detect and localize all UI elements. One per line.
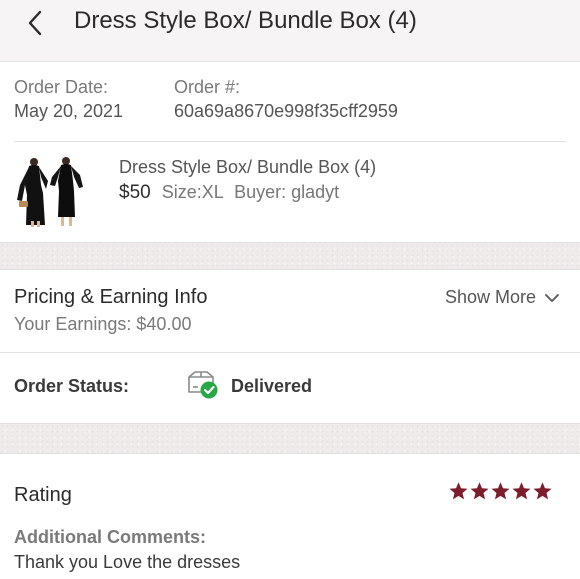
order-number-value: 60a69a8670e998f35cff2959: [174, 101, 398, 121]
star-icon: [512, 482, 531, 500]
back-button[interactable]: [20, 8, 50, 38]
item-thumbnail[interactable]: [14, 155, 86, 227]
pricing-section: Pricing & Earning Info Your Earnings: $4…: [0, 270, 580, 353]
chevron-left-icon: [28, 10, 42, 36]
chevron-down-icon: [544, 293, 560, 303]
order-status-value: Delivered: [231, 376, 313, 396]
star-icon: [449, 482, 468, 500]
pricing-title: Pricing & Earning Info: [14, 286, 208, 308]
divider: [14, 141, 566, 142]
rating-section: Rating Additional Comments: Thank you Lo…: [0, 454, 580, 579]
section-separator: [0, 423, 580, 454]
star-icon: [470, 482, 489, 500]
rating-stars: [448, 481, 553, 501]
show-more-label: Show More: [444, 287, 536, 307]
section-separator: [0, 242, 580, 270]
item-buyer[interactable]: Buyer: gladyt: [234, 182, 339, 202]
top-bar: Dress Style Box/ Bundle Box (4): [0, 0, 580, 62]
order-number-label: Order #:: [174, 77, 241, 97]
order-status-label: Order Status:: [14, 376, 130, 396]
page-title: Dress Style Box/ Bundle Box (4): [74, 7, 417, 34]
rating-title: Rating: [14, 484, 72, 506]
item-size: Size:XL: [161, 182, 224, 202]
comment-text: Thank you Love the dresses: [14, 552, 241, 572]
item-details: $50 Size:XL Buyer: gladyt: [119, 182, 339, 204]
item-title[interactable]: Dress Style Box/ Bundle Box (4): [119, 157, 376, 178]
star-icon: [491, 482, 510, 500]
comments-label: Additional Comments:: [14, 527, 206, 547]
order-date-value: May 20, 2021: [14, 101, 124, 121]
order-date-label: Order Date:: [14, 77, 109, 97]
star-icon: [533, 482, 552, 500]
order-summary: Order Date: May 20, 2021 Order #: 60a69a…: [0, 62, 580, 242]
earnings-text: Your Earnings: $40.00: [14, 314, 192, 334]
delivered-box-icon: [186, 370, 220, 400]
item-price: $50: [119, 182, 151, 203]
order-status-section: Order Status: Delivered: [0, 353, 580, 423]
dress-image: [17, 157, 83, 227]
show-more-button[interactable]: Show More: [445, 287, 560, 308]
